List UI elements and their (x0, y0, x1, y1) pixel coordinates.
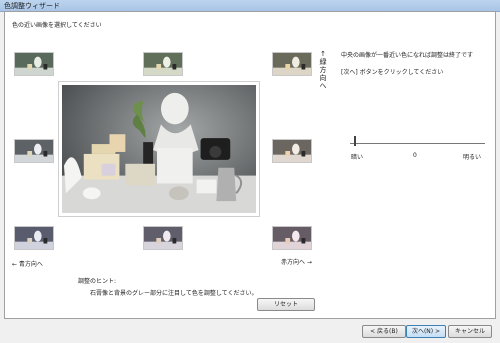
thumbnail-middle-left[interactable] (14, 139, 54, 163)
next-button[interactable]: 次へ(N) > (406, 325, 446, 338)
thumbnail-top-left[interactable] (14, 52, 54, 76)
slider-track (350, 143, 485, 144)
thumbnail-top-right[interactable] (272, 52, 312, 76)
window-title: 色調整ウィザード (4, 2, 60, 10)
hint-title: 調整のヒント: (78, 278, 117, 285)
thumbnail-bottom-right[interactable] (272, 226, 312, 250)
center-preview-image (58, 81, 260, 217)
slider-thumb[interactable] (354, 136, 356, 146)
thumbnail-middle-right[interactable] (272, 139, 312, 163)
slider-label-dark: 暗い (351, 154, 364, 161)
thumbnail-bottom-left[interactable] (14, 226, 54, 250)
hint-body: 石膏像と背景のグレー部分に注目して色を調整してください。 (90, 290, 258, 297)
instruction-message: 中央の画像が一番近い色になれば調整は終了です (341, 52, 474, 59)
thumbnail-bottom-center[interactable] (143, 226, 183, 250)
green-direction-label: ↑ 緑方向へ (319, 50, 327, 90)
cancel-button[interactable]: キャンセル (448, 325, 492, 338)
thumbnail-top-center[interactable] (143, 52, 183, 76)
reset-button[interactable]: リセット (257, 298, 315, 311)
brightness-slider[interactable] (350, 133, 485, 153)
slider-label-bright: 明るい (463, 154, 482, 161)
instruction-text: 色の近い画像を選択してください (12, 22, 102, 29)
back-button[interactable]: < 戻る(B) (362, 325, 406, 338)
next-hint-text: [次へ] ボタンをクリックしてください (341, 69, 444, 76)
slider-label-zero: 0 (413, 152, 417, 159)
red-direction-label: 赤方向へ → (281, 259, 312, 266)
blue-direction-label: ← 青方向へ (12, 261, 43, 268)
